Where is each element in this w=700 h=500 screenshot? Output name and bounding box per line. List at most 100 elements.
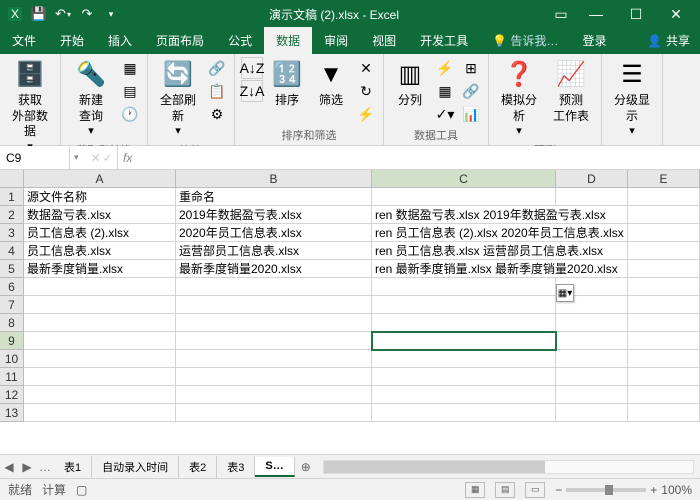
clear-filter-button[interactable]: ✕ (355, 57, 377, 79)
row-header-6[interactable]: 6 (0, 278, 24, 296)
cell-E2[interactable] (628, 206, 700, 224)
cell-B10[interactable] (176, 350, 372, 368)
cell-D9[interactable] (556, 332, 628, 350)
filter-button[interactable]: ▼筛选 (311, 57, 351, 111)
cell-B6[interactable] (176, 278, 372, 296)
row-header-10[interactable]: 10 (0, 350, 24, 368)
tab-nav-next-icon[interactable]: ▶ (18, 460, 36, 474)
relationships-button[interactable]: 🔗 (460, 80, 482, 102)
cell-A10[interactable] (24, 350, 176, 368)
cell-E1[interactable] (628, 188, 700, 206)
row-header-9[interactable]: 9 (0, 332, 24, 350)
tab-insert[interactable]: 插入 (96, 27, 144, 54)
undo-icon[interactable]: ↶▾ (52, 3, 74, 25)
cell-A1[interactable]: 源文件名称 (24, 188, 176, 206)
redo-icon[interactable]: ↷ (76, 3, 98, 25)
tab-data[interactable]: 数据 (264, 27, 312, 54)
consolidate-button[interactable]: ⊞ (460, 57, 482, 79)
cell-C3[interactable]: ren 员工信息表 (2).xlsx 2020年员工信息表.xlsx (372, 224, 556, 242)
name-box[interactable]: C9 (0, 146, 70, 169)
cell-B8[interactable] (176, 314, 372, 332)
cell-A3[interactable]: 员工信息表 (2).xlsx (24, 224, 176, 242)
row-header-13[interactable]: 13 (0, 404, 24, 422)
fx-icon[interactable]: fx (118, 151, 138, 165)
tab-nav-more-icon[interactable]: … (36, 460, 54, 474)
cell-A13[interactable] (24, 404, 176, 422)
tab-layout[interactable]: 页面布局 (144, 27, 216, 54)
sheet-tab-5[interactable]: S… (255, 457, 294, 477)
forecast-button[interactable]: 📈预测 工作表 (547, 57, 595, 126)
row-header-11[interactable]: 11 (0, 368, 24, 386)
tab-review[interactable]: 审阅 (312, 27, 360, 54)
cell-E11[interactable] (628, 368, 700, 386)
new-query-button[interactable]: 🔦新建 查询▾ (67, 57, 115, 140)
recent-sources-button[interactable]: 🕐 (119, 103, 141, 125)
refresh-all-button[interactable]: 🔄全部刷新▾ (154, 57, 202, 140)
tab-tellme[interactable]: 💡 告诉我… (480, 27, 570, 54)
tab-dev[interactable]: 开发工具 (408, 27, 480, 54)
col-header-E[interactable]: E (628, 170, 700, 188)
macro-record-icon[interactable]: ▢ (76, 483, 87, 497)
cell-C2[interactable]: ren 数据盈亏表.xlsx 2019年数据盈亏表.xlsx (372, 206, 556, 224)
cell-C4[interactable]: ren 员工信息表.xlsx 运营部员工信息表.xlsx (372, 242, 556, 260)
cell-C8[interactable] (372, 314, 556, 332)
row-header-12[interactable]: 12 (0, 386, 24, 404)
cell-A12[interactable] (24, 386, 176, 404)
col-header-C[interactable]: C (372, 170, 556, 188)
data-model-button[interactable]: 📊 (460, 103, 482, 125)
cell-A2[interactable]: 数据盈亏表.xlsx (24, 206, 176, 224)
login-button[interactable]: 登录 (570, 27, 618, 54)
enter-formula-icon[interactable]: ✓ (103, 151, 113, 165)
cell-C7[interactable] (372, 296, 556, 314)
zoom-out-icon[interactable]: − (555, 483, 562, 497)
sheet-tab-4[interactable]: 表3 (217, 456, 255, 478)
cell-D1[interactable] (556, 188, 628, 206)
minimize-icon[interactable]: — (576, 0, 616, 28)
sort-desc-button[interactable]: Z↓A (241, 80, 263, 102)
new-sheet-icon[interactable]: ⊕ (295, 460, 317, 474)
normal-view-icon[interactable]: ▦ (465, 482, 485, 498)
reapply-button[interactable]: ↻ (355, 80, 377, 102)
col-header-A[interactable]: A (24, 170, 176, 188)
row-header-1[interactable]: 1 (0, 188, 24, 206)
remove-dup-button[interactable]: ▦ (434, 80, 456, 102)
sort-button[interactable]: 🔢排序 (267, 57, 307, 111)
save-icon[interactable]: 💾 (28, 3, 50, 25)
from-table-button[interactable]: ▤ (119, 80, 141, 102)
cell-A5[interactable]: 最新季度销量.xlsx (24, 260, 176, 278)
cell-D12[interactable] (556, 386, 628, 404)
row-header-8[interactable]: 8 (0, 314, 24, 332)
cell-B1[interactable]: 重命名 (176, 188, 372, 206)
row-header-7[interactable]: 7 (0, 296, 24, 314)
maximize-icon[interactable]: ☐ (616, 0, 656, 28)
autofill-options-icon[interactable]: ▦▾ (556, 284, 574, 302)
col-header-D[interactable]: D (556, 170, 628, 188)
cell-A4[interactable]: 员工信息表.xlsx (24, 242, 176, 260)
qat-more-icon[interactable]: ▾ (100, 3, 122, 25)
properties-button[interactable]: 📋 (206, 80, 228, 102)
cell-E3[interactable] (628, 224, 700, 242)
cell-B5[interactable]: 最新季度销量2020.xlsx (176, 260, 372, 278)
zoom-slider[interactable] (566, 488, 646, 492)
row-header-5[interactable]: 5 (0, 260, 24, 278)
row-header-4[interactable]: 4 (0, 242, 24, 260)
cell-B11[interactable] (176, 368, 372, 386)
cell-C6[interactable] (372, 278, 556, 296)
data-validation-button[interactable]: ✓▾ (434, 103, 456, 125)
cell-E9[interactable] (628, 332, 700, 350)
cell-A11[interactable] (24, 368, 176, 386)
sort-asc-button[interactable]: A↓Z (241, 57, 263, 79)
cell-C13[interactable] (372, 404, 556, 422)
cell-A7[interactable] (24, 296, 176, 314)
page-break-view-icon[interactable]: ▭ (525, 482, 545, 498)
cell-B7[interactable] (176, 296, 372, 314)
zoom-in-icon[interactable]: + (650, 483, 657, 497)
cell-D10[interactable] (556, 350, 628, 368)
close-icon[interactable]: ✕ (656, 0, 696, 28)
row-header-3[interactable]: 3 (0, 224, 24, 242)
advanced-button[interactable]: ⚡ (355, 103, 377, 125)
cell-E8[interactable] (628, 314, 700, 332)
horizontal-scrollbar[interactable] (323, 460, 694, 474)
cell-E4[interactable] (628, 242, 700, 260)
cell-E10[interactable] (628, 350, 700, 368)
